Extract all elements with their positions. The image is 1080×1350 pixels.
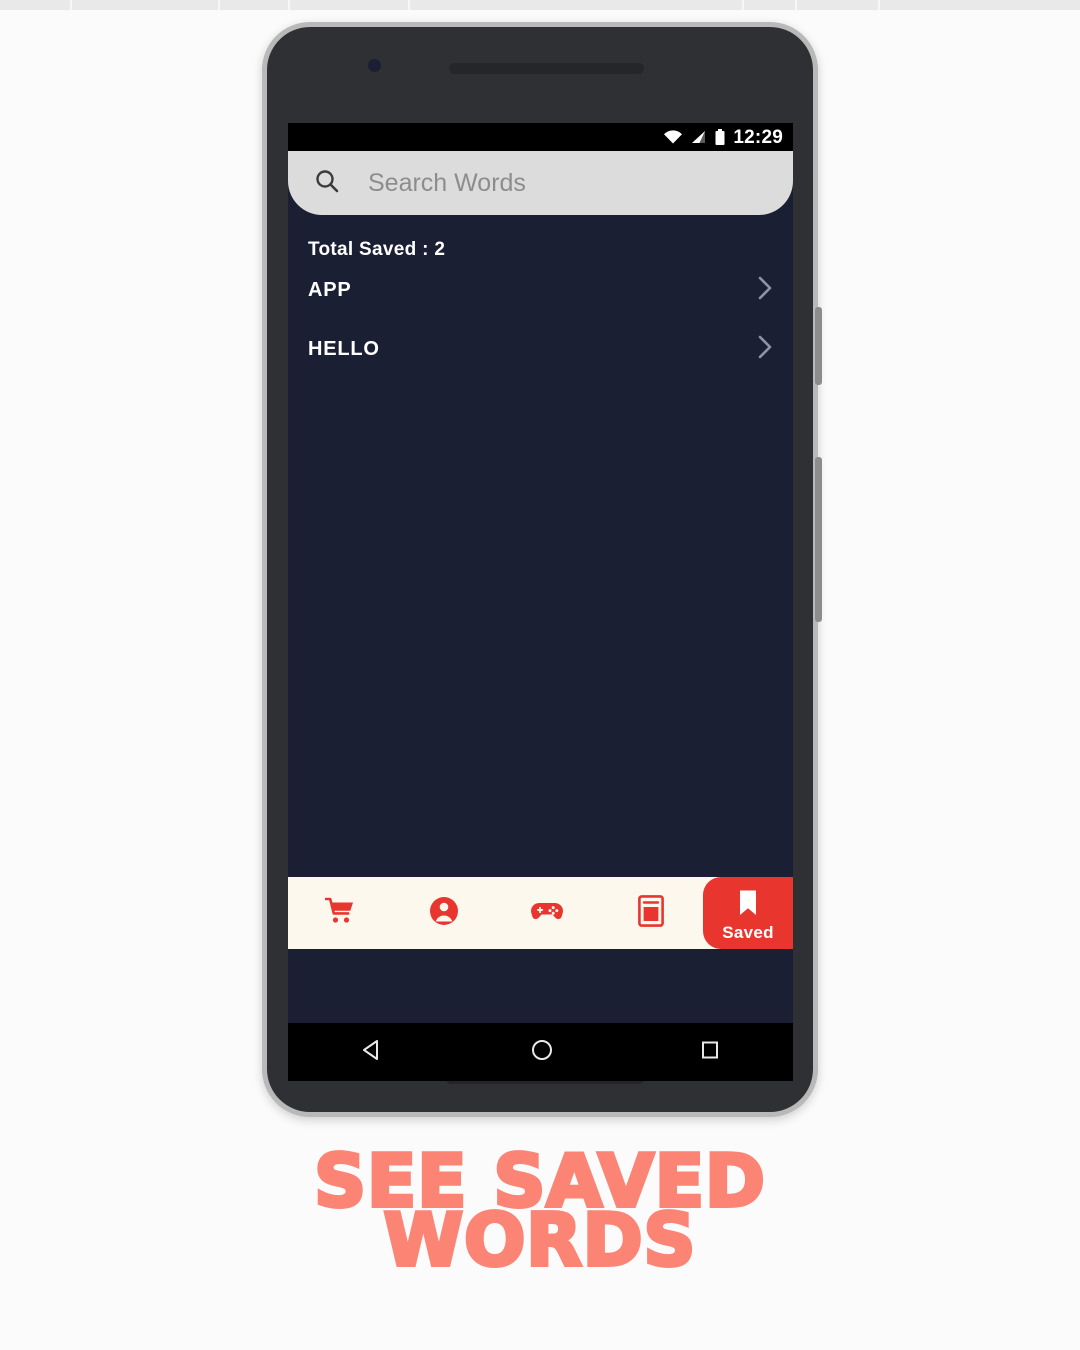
- shopping-cart-icon: [324, 897, 355, 930]
- volume-rocker-button[interactable]: [815, 457, 822, 622]
- chevron-right-icon: [757, 334, 773, 365]
- caption-text: See Saved Words: [0, 1143, 1080, 1283]
- top-edge-strip: [0, 0, 1080, 10]
- search-bar[interactable]: [288, 151, 793, 215]
- saved-word-label: APP: [308, 279, 352, 301]
- nav-item-saved[interactable]: Saved: [703, 877, 793, 949]
- saved-word-row-hello[interactable]: HELLO: [288, 320, 793, 379]
- recents-square-icon[interactable]: [698, 1038, 722, 1067]
- android-system-nav-bar: [288, 1023, 793, 1081]
- account-circle-icon: [429, 896, 459, 931]
- cellular-signal-icon: [690, 129, 707, 145]
- phone-mockup: 12:29 Total Saved : 2 APP: [262, 22, 822, 1117]
- nav-item-saved-label: Saved: [722, 923, 774, 942]
- earpiece-speaker-icon: [449, 63, 644, 74]
- app-screen: 12:29 Total Saved : 2 APP: [288, 123, 793, 1023]
- status-bar: 12:29: [288, 123, 793, 151]
- search-input[interactable]: [368, 168, 728, 198]
- nav-item-dictionary[interactable]: [599, 877, 703, 949]
- saved-words-content: Total Saved : 2 APP HELLO Saved: [288, 215, 793, 949]
- book-icon: [638, 894, 665, 932]
- bottom-navigation-bar: Saved: [288, 877, 793, 949]
- battery-icon: [714, 128, 726, 146]
- search-icon: [314, 168, 340, 199]
- status-bar-clock: 12:29: [733, 126, 783, 148]
- gamepad-icon: [530, 899, 564, 928]
- home-circle-icon[interactable]: [529, 1037, 555, 1068]
- caption-line-2: Words: [382, 1198, 698, 1283]
- wifi-icon: [663, 129, 683, 145]
- total-saved-label: Total Saved : 2: [308, 239, 446, 260]
- back-triangle-icon[interactable]: [360, 1037, 386, 1068]
- power-button[interactable]: [815, 307, 822, 385]
- nav-item-cart[interactable]: [288, 877, 392, 949]
- chevron-right-icon: [757, 275, 773, 306]
- nav-item-games[interactable]: [496, 877, 600, 949]
- nav-item-profile[interactable]: [392, 877, 496, 949]
- camera-dot-icon: [368, 59, 381, 72]
- saved-word-row-app[interactable]: APP: [288, 261, 793, 320]
- saved-word-label: HELLO: [308, 338, 380, 360]
- bookmark-icon: [736, 889, 760, 922]
